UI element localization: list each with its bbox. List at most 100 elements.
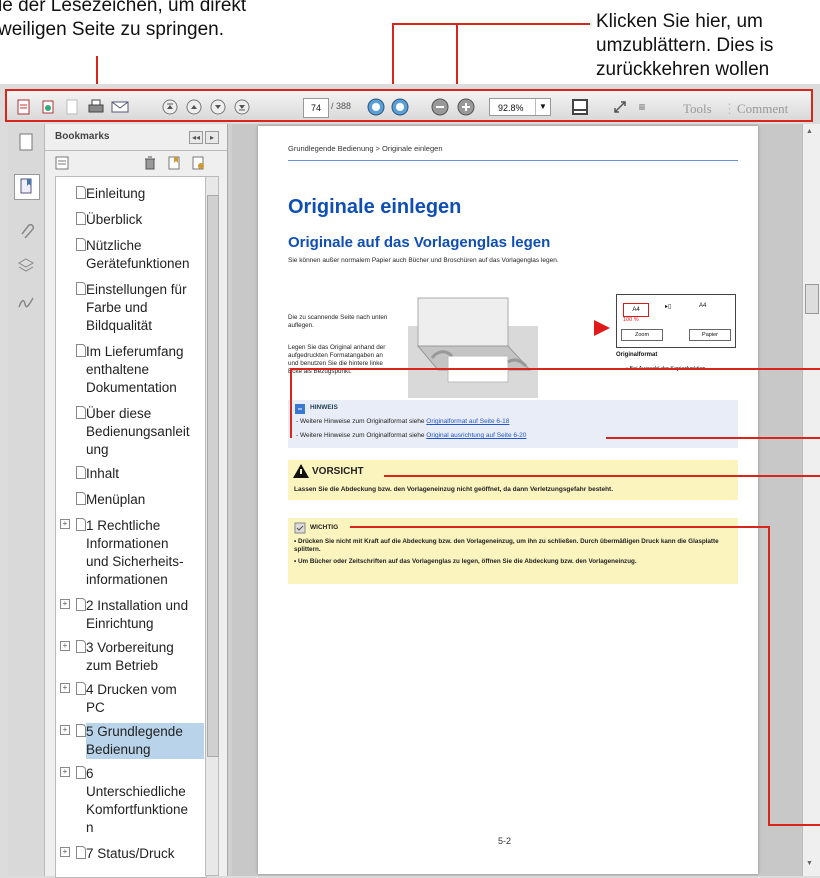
scroll-down-icon[interactable]: ▼ [806,860,816,870]
annotation-bookmarks-line-1: le der Lesezeichen, um direkt [0,0,247,16]
breadcrumb: Grundlegende Bedienung > Originale einle… [288,144,443,153]
options-icon[interactable] [55,154,73,172]
expand-icon[interactable]: + [60,725,70,735]
attachment-icon[interactable] [16,220,36,240]
paper-button: Papier [689,329,731,341]
collapse-panel-icon[interactable]: ◂◂ [189,131,203,144]
note-line-1: - Weitere Hinweise zum Originalformat si… [296,418,509,425]
bookmark-page-icon [76,406,86,419]
bookmark-label: Inhalt [86,466,120,481]
caution-text: Lassen Sie die Abdeckung bzw. den Vorlag… [294,486,614,493]
new-bookmark-icon[interactable] [165,154,183,172]
paper-size-a4: A4 [632,307,640,313]
expand-icon[interactable]: + [60,767,70,777]
zoom-value: 92.8% [498,103,524,113]
bookmark-page-icon [76,682,86,695]
paper-size-tile: A4 [623,303,649,317]
first-page-icon[interactable] [161,98,179,116]
pages-icon[interactable] [16,132,36,152]
scroll-up-icon[interactable]: ▲ [806,128,816,138]
bookmark-label: 4 Drucken vom PC [86,682,177,715]
note-link-1[interactable]: Originalformat auf Seite 6-18 [426,418,509,425]
zoom-out-icon[interactable] [431,98,449,116]
bookmarks-panel: Bookmarks ◂◂ ▸ Einleitung Überblick Nütz… [45,124,228,878]
delete-bookmark-icon[interactable] [141,154,159,172]
bookmark-page-icon [76,186,86,199]
leader-line-link [606,437,820,439]
bookmark-page-icon [76,282,86,295]
bookmark-scrollbar[interactable] [205,176,219,876]
bookmark-label: 6 Unterschiedliche Komfortfunktione n [86,766,189,835]
expand-panel-icon[interactable]: ▸ [205,131,219,144]
tools-link[interactable]: Tools [683,101,712,117]
forward-view-icon[interactable] [391,98,409,116]
scanner-illustration [408,297,538,398]
important-line-1: • Drücken Sie nicht mit Kraft auf die Ab… [294,538,719,553]
leader-line-hinweis-h [290,368,820,370]
bookmark-icon[interactable] [14,174,40,200]
page-total: / 388 [331,101,352,111]
panel-tools [45,151,227,175]
expand-icon[interactable]: + [60,599,70,609]
leader-line-wichtig-h [350,526,770,528]
zoom-select[interactable]: 92.8% ▼ [489,98,551,116]
annotation-pageturn-line-2: umzublättern. Dies is [596,35,774,56]
zoom-in-icon[interactable] [457,98,475,116]
bookmark-label: 7 Status/Druck [86,846,175,861]
print-icon[interactable] [87,98,105,116]
bookmark-page-icon [76,212,86,225]
note-line-1-text: - Weitere Hinweise zum Originalformat si… [296,418,427,425]
panel-title: Bookmarks [55,131,110,142]
expand-icon[interactable] [611,98,629,116]
bookmark-label: Nützliche Gerätefunktionen [86,238,190,271]
bookmark-page-icon [76,640,86,653]
bookmark-label: Im Lieferumfang enthaltene Dokumentation [86,344,184,395]
note-icon [295,404,305,414]
original-format-label: Originalformat [616,352,658,358]
expand-icon[interactable]: + [60,519,70,529]
bookmark-page-icon [76,724,86,737]
bookmark-label: 2 Installation und Einrichtung [86,598,189,631]
bookmark-page-icon [76,492,86,505]
previous-page-icon[interactable] [185,98,203,116]
scrollbar-thumb[interactable] [207,195,219,757]
document-scrollbar[interactable]: ▲ ▼ [802,124,820,876]
layers-icon[interactable] [16,256,36,276]
print-size-icon: ▸▯ [665,304,672,310]
back-view-icon[interactable] [367,98,385,116]
bookmark-page-icon [76,598,86,611]
annotation-pageturn-line-3: zurückkehren wollen [596,59,770,80]
comment-link[interactable]: Comment [737,101,788,117]
next-page-icon[interactable] [209,98,227,116]
signature-icon[interactable] [16,292,36,312]
menu-icon[interactable]: ≡ [633,98,651,116]
fit-page-icon[interactable] [571,98,589,116]
expand-icon[interactable]: + [60,847,70,857]
note-line-2: - Weitere Hinweise zum Originalformat si… [296,432,526,439]
warning-icon [293,464,309,478]
note-title: HINWEIS [310,404,338,411]
page-number-input[interactable]: 74 [303,98,329,118]
bookmark-page-icon [76,766,86,779]
important-title: WICHTIG [310,524,339,531]
bookmark-label: Menüplan [86,492,146,507]
panel-header: Bookmarks ◂◂ ▸ [45,124,227,151]
combine-icon[interactable] [39,98,57,116]
create-pdf-icon[interactable] [15,98,33,116]
zoom-percent: 100 % [623,317,639,323]
expand-icon[interactable]: + [60,683,70,693]
bookmark-page-icon [76,846,86,859]
edit-doc-icon[interactable] [63,98,81,116]
email-icon[interactable] [111,98,129,116]
annotation-pageturn-line-1: Klicken Sie hier, um [596,11,763,32]
caption-face-down: Die zu scannende Seite nach unten aufleg… [288,314,388,329]
scrollbar-thumb[interactable] [805,284,819,314]
last-page-icon[interactable] [233,98,251,116]
chevron-down-icon: ▼ [535,99,550,115]
important-line-2: • Um Bücher oder Zeitschriften auf das V… [294,558,637,565]
note-link-2[interactable]: Original ausrichtung auf Seite 6-20 [426,432,526,439]
expand-icon[interactable]: + [60,641,70,651]
tagged-bookmark-icon[interactable] [189,154,207,172]
navigation-rail [8,124,45,876]
bookmark-label: 3 Vorbereitung zum Betrieb [86,640,174,673]
